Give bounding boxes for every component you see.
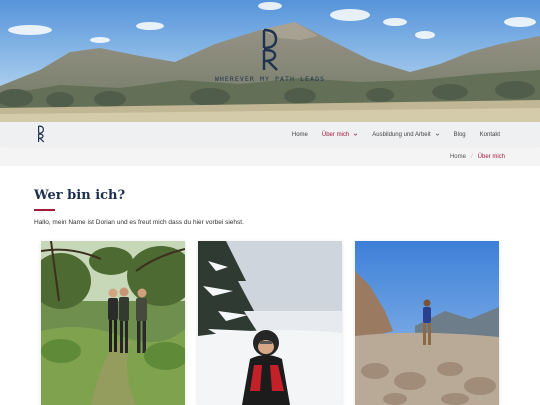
- nav-item-ueber-mich[interactable]: Über mich: [322, 132, 358, 138]
- chevron-down-icon: [353, 133, 358, 136]
- breadcrumb-separator: /: [470, 154, 473, 160]
- nav-item-home[interactable]: Home: [292, 132, 308, 138]
- child-in-snow-image: [198, 241, 342, 405]
- breadcrumb-current: Über mich: [477, 154, 505, 160]
- nav-item-label: Über mich: [321, 131, 350, 138]
- breadcrumb-home-link[interactable]: Home: [450, 154, 466, 160]
- snow-child-photo[interactable]: [198, 241, 342, 405]
- intro-text: Hallo, mein Name ist Dorian und es freut…: [34, 219, 244, 226]
- forest-hike-photo[interactable]: [41, 241, 185, 405]
- nav-item-ausbildung[interactable]: Ausbildung und Arbeit: [372, 132, 439, 138]
- nav-item-label: Ausbildung und Arbeit: [372, 131, 431, 138]
- hero-banner: WHEREVER MY PATH LEADS: [0, 0, 540, 122]
- chevron-down-icon: [435, 133, 439, 136]
- dr-logo[interactable]: [250, 28, 290, 72]
- page-title: Wer bin ich?: [34, 188, 126, 203]
- nav-menu: Home Über mich Ausbildung und Arbeit Blo…: [292, 122, 500, 147]
- hikers-in-forest-image: [41, 241, 185, 405]
- main-navbar: Home Über mich Ausbildung und Arbeit Blo…: [0, 122, 540, 147]
- breadcrumb-bar: Home / Über mich: [0, 148, 540, 166]
- nav-item-kontakt[interactable]: Kontakt: [480, 132, 500, 138]
- nav-dr-logo[interactable]: [33, 125, 49, 143]
- site-tagline: WHEREVER MY PATH LEADS: [214, 75, 326, 83]
- nav-item-blog[interactable]: Blog: [454, 132, 466, 138]
- title-underline: [34, 209, 55, 211]
- hiker-on-rocks-image: [355, 241, 499, 405]
- nav-item-label: Home: [291, 131, 308, 138]
- breadcrumb: Home / Über mich: [450, 148, 505, 166]
- nav-item-label: Kontakt: [479, 131, 500, 138]
- nav-item-label: Blog: [453, 131, 466, 138]
- rocky-mountain-photo[interactable]: [355, 241, 499, 405]
